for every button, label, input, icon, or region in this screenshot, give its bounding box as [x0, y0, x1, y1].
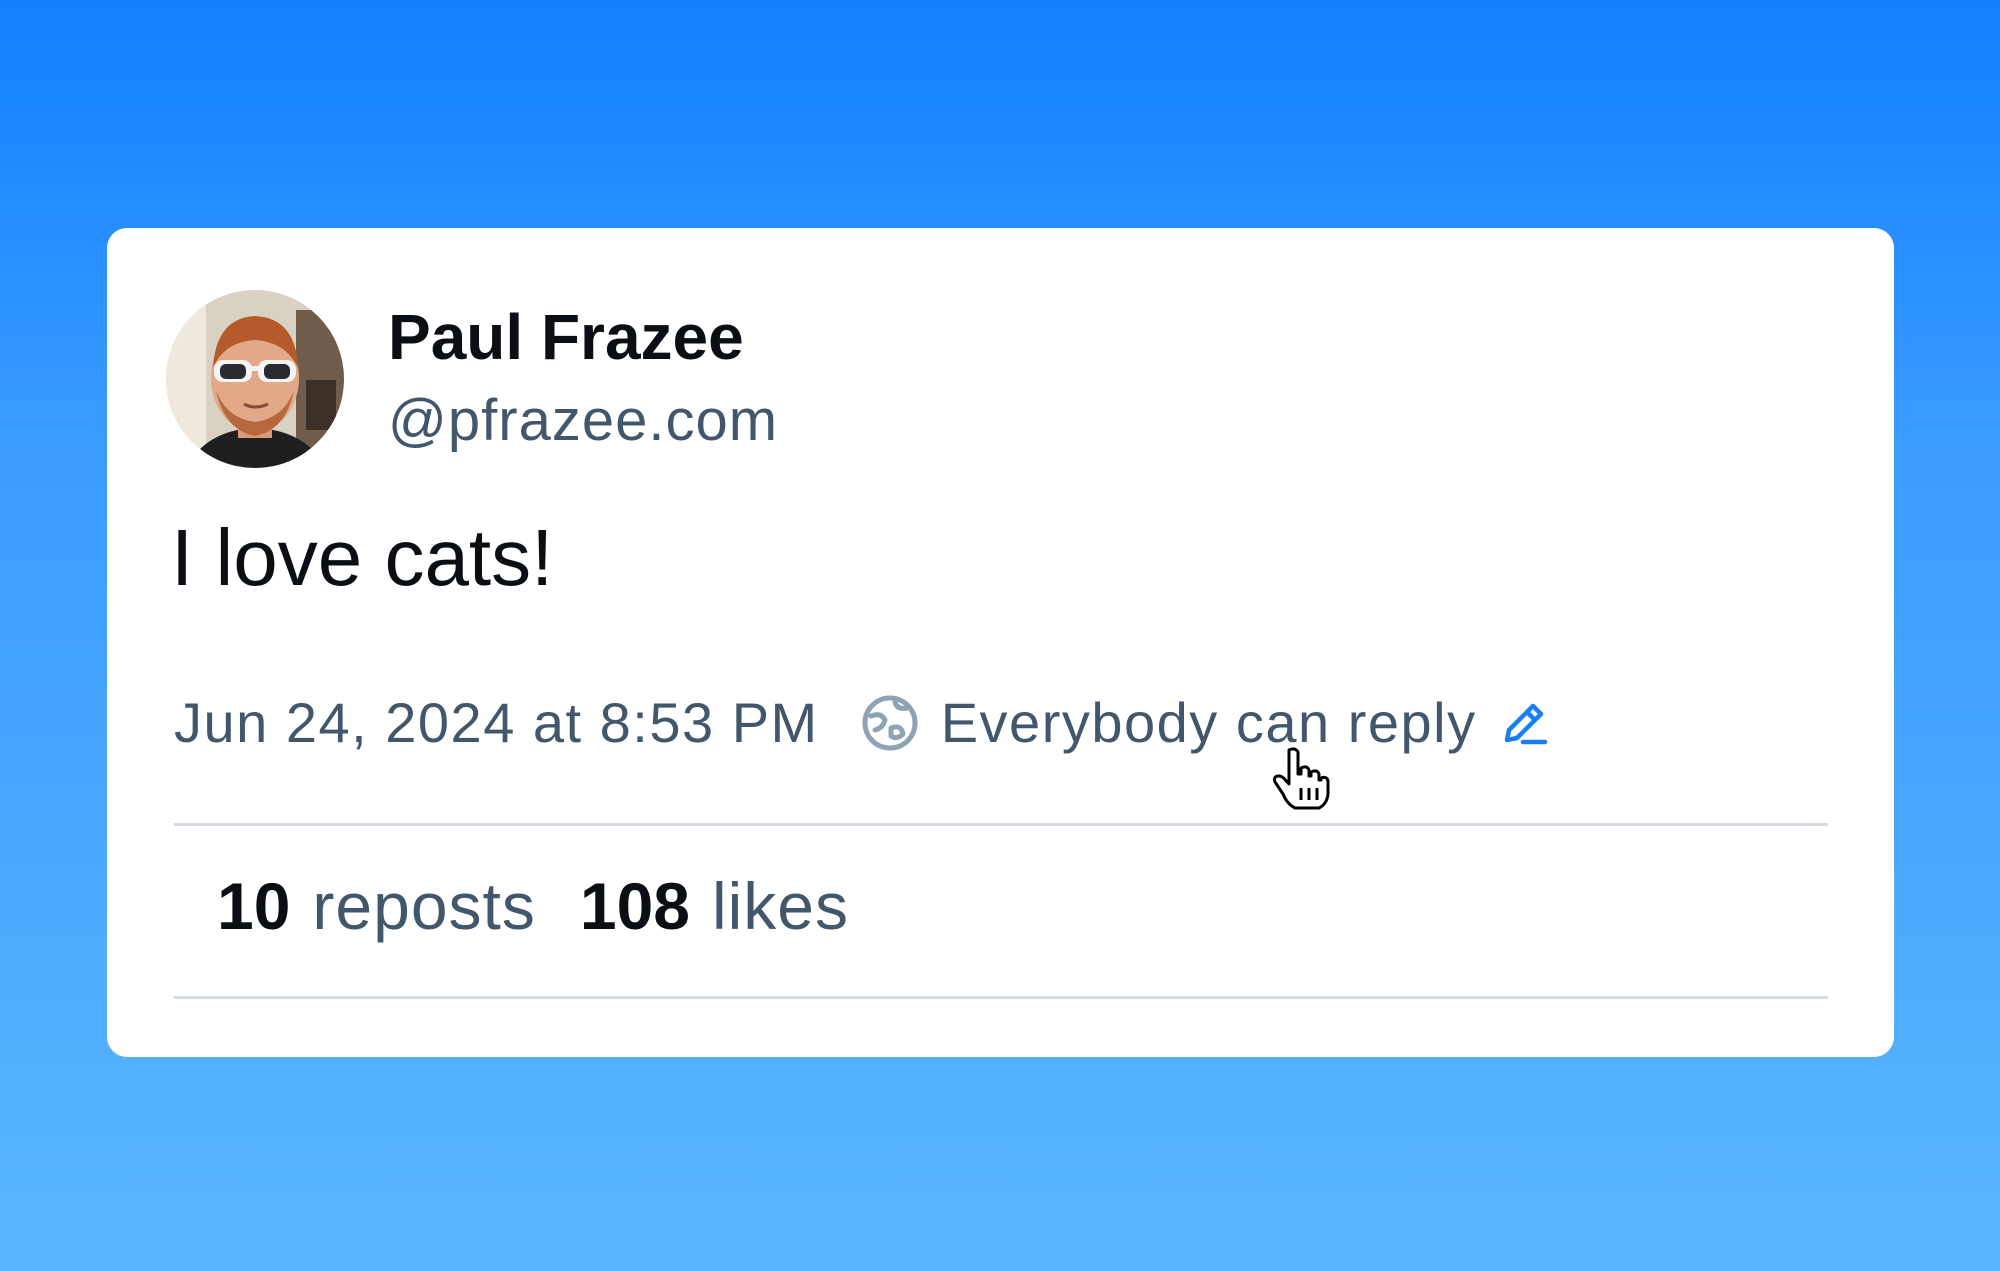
post-header: Paul Frazee @pfrazee.com [166, 290, 778, 468]
likes-count: 108 [579, 869, 690, 943]
avatar[interactable] [166, 290, 344, 468]
likes-label: likes [711, 869, 850, 943]
post-stats: 10 reposts 108 likes [217, 868, 849, 944]
divider [174, 996, 1828, 999]
post-meta: Jun 24, 2024 at 8:53 PM Everybody can re… [174, 690, 1549, 755]
reposts-stat[interactable]: 10 reposts [217, 868, 536, 944]
reposts-count: 10 [217, 869, 291, 943]
author-display-name[interactable]: Paul Frazee [388, 295, 778, 379]
reply-setting-label[interactable]: Everybody can reply [941, 690, 1477, 755]
likes-stat[interactable]: 108 likes [580, 868, 849, 944]
avatar-photo [166, 290, 344, 468]
author-names: Paul Frazee @pfrazee.com [388, 295, 778, 463]
globe-icon [861, 694, 919, 752]
post-text: I love cats! [171, 513, 554, 602]
post-card: Paul Frazee @pfrazee.com I love cats! Ju… [107, 228, 1894, 1057]
pencil-icon[interactable] [1499, 698, 1549, 748]
post-timestamp: Jun 24, 2024 at 8:53 PM [174, 691, 819, 754]
reposts-label: reposts [312, 869, 536, 943]
divider [174, 823, 1828, 826]
author-handle[interactable]: @pfrazee.com [388, 379, 778, 463]
